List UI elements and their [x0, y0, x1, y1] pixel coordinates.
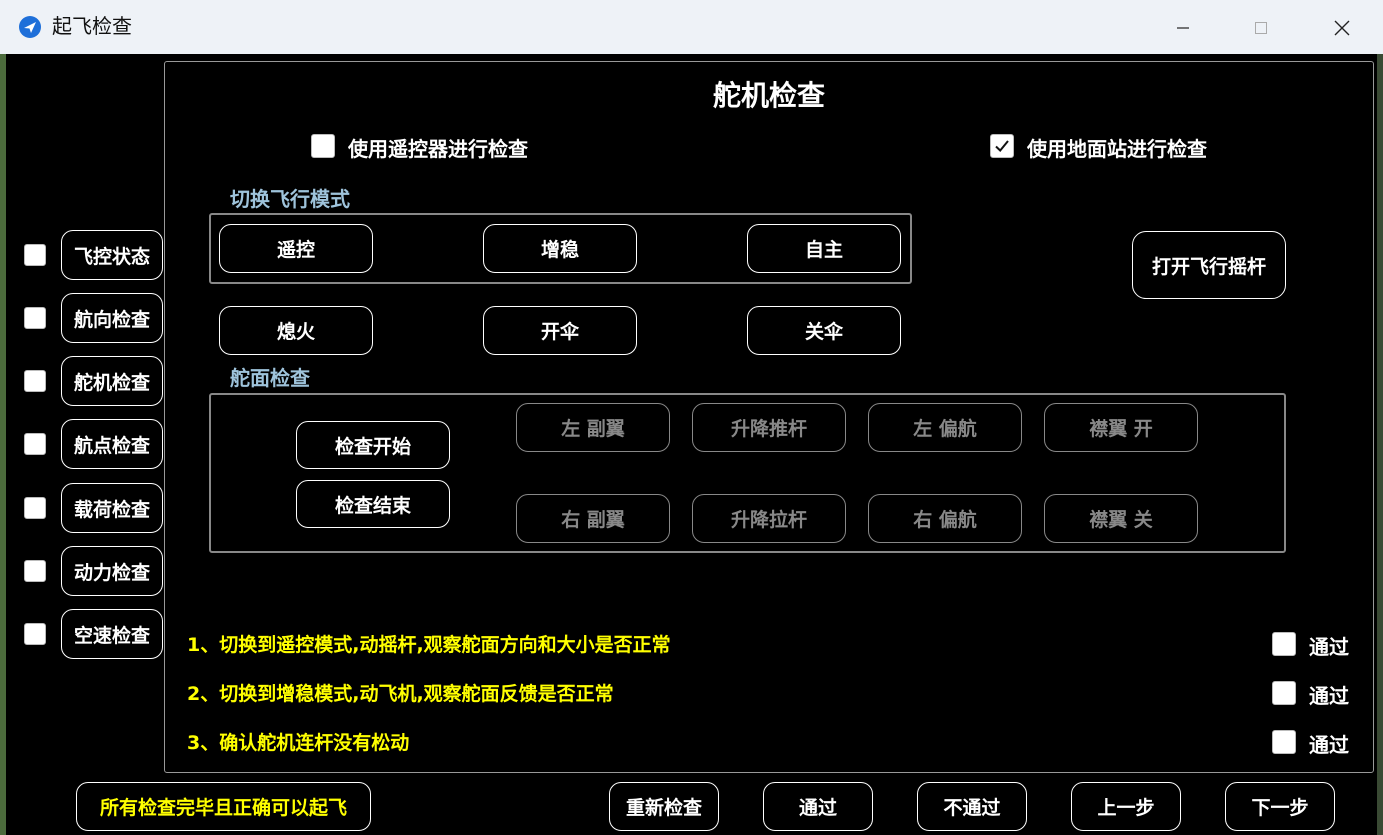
mode-manual-button[interactable]: 遥控: [219, 224, 373, 273]
paper-plane-icon: [19, 16, 41, 38]
ground-check-label: 使用地面站进行检查: [1027, 137, 1207, 161]
check-start-button[interactable]: 检查开始: [296, 421, 450, 469]
step-1-text: 1、切换到遥控模式,动摇杆,观察舵面方向和大小是否正常: [187, 634, 671, 656]
sidebar-checkbox-1[interactable]: [24, 307, 46, 329]
step-2-text: 2、切换到增稳模式,动飞机,观察舵面反馈是否正常: [187, 683, 614, 705]
all-checks-ok-button[interactable]: 所有检查完毕且正确可以起飞: [76, 782, 371, 831]
sidebar-checkbox-0[interactable]: [24, 244, 46, 266]
title-bar: 起飞检查: [0, 0, 1383, 54]
sidebar-checkbox-4[interactable]: [24, 497, 46, 519]
sidebar-item-1[interactable]: 航向检查: [61, 293, 163, 343]
engine-kill-button[interactable]: 熄火: [219, 306, 373, 355]
minimize-icon: [1177, 27, 1189, 29]
flight-mode-section-title: 切换飞行模式: [230, 187, 350, 211]
step-3-pass-checkbox[interactable]: [1272, 730, 1296, 754]
right-edge-strip: [1377, 54, 1383, 835]
mode-auto-button[interactable]: 自主: [747, 224, 901, 273]
fail-button[interactable]: 不通过: [917, 782, 1027, 831]
step-3-pass-label: 通过: [1309, 733, 1349, 757]
right-yaw-button[interactable]: 右 偏航: [868, 494, 1022, 543]
flap-open-button[interactable]: 襟翼 开: [1044, 403, 1198, 452]
sidebar-checkbox-6[interactable]: [24, 623, 46, 645]
sidebar-item-2[interactable]: 舵机检查: [61, 356, 163, 406]
elevator-pull-button[interactable]: 升降拉杆: [692, 494, 846, 543]
step-3-text: 3、确认舵机连杆没有松动: [187, 732, 410, 754]
sidebar-item-4[interactable]: 载荷检查: [61, 483, 163, 533]
left-yaw-button[interactable]: 左 偏航: [868, 403, 1022, 452]
flap-close-button[interactable]: 襟翼 关: [1044, 494, 1198, 543]
sidebar-item-0[interactable]: 飞控状态: [61, 230, 163, 280]
recheck-button[interactable]: 重新检查: [609, 782, 719, 831]
right-aileron-button[interactable]: 右 副翼: [516, 494, 670, 543]
sidebar-checkbox-2[interactable]: [24, 370, 46, 392]
window-title: 起飞检查: [52, 14, 132, 38]
minimize-button[interactable]: [1163, 10, 1203, 46]
parachute-open-button[interactable]: 开伞: [483, 306, 637, 355]
open-flight-stick-button[interactable]: 打开飞行摇杆: [1132, 231, 1286, 299]
surface-section-title: 舵面检查: [230, 366, 310, 390]
check-end-button[interactable]: 检查结束: [296, 480, 450, 528]
ground-check-checkbox[interactable]: [990, 134, 1014, 158]
step-1-pass-checkbox[interactable]: [1272, 632, 1296, 656]
step-1-pass-label: 通过: [1309, 635, 1349, 659]
parachute-close-button[interactable]: 关伞: [747, 306, 901, 355]
maximize-button[interactable]: [1241, 10, 1281, 46]
mode-stabilize-button[interactable]: 增稳: [483, 224, 637, 273]
next-step-button[interactable]: 下一步: [1225, 782, 1335, 831]
step-2-pass-checkbox[interactable]: [1272, 681, 1296, 705]
page-title: 舵机检查: [712, 79, 825, 112]
remote-check-checkbox[interactable]: [311, 134, 335, 158]
close-button[interactable]: [1322, 10, 1362, 46]
left-edge-strip: [0, 54, 6, 835]
left-aileron-button[interactable]: 左 副翼: [516, 403, 670, 452]
prev-step-button[interactable]: 上一步: [1071, 782, 1181, 831]
maximize-icon: [1255, 22, 1267, 34]
sidebar-checkbox-5[interactable]: [24, 560, 46, 582]
elevator-push-button[interactable]: 升降推杆: [692, 403, 846, 452]
checkmark-icon: [995, 140, 1009, 152]
step-2-pass-label: 通过: [1309, 684, 1349, 708]
sidebar-item-5[interactable]: 动力检查: [61, 546, 163, 596]
sidebar-item-6[interactable]: 空速检查: [61, 609, 163, 659]
pass-button[interactable]: 通过: [763, 782, 873, 831]
sidebar-checkbox-3[interactable]: [24, 433, 46, 455]
remote-check-label: 使用遥控器进行检查: [348, 137, 528, 161]
close-icon: [1334, 20, 1350, 36]
sidebar-item-3[interactable]: 航点检查: [61, 419, 163, 469]
